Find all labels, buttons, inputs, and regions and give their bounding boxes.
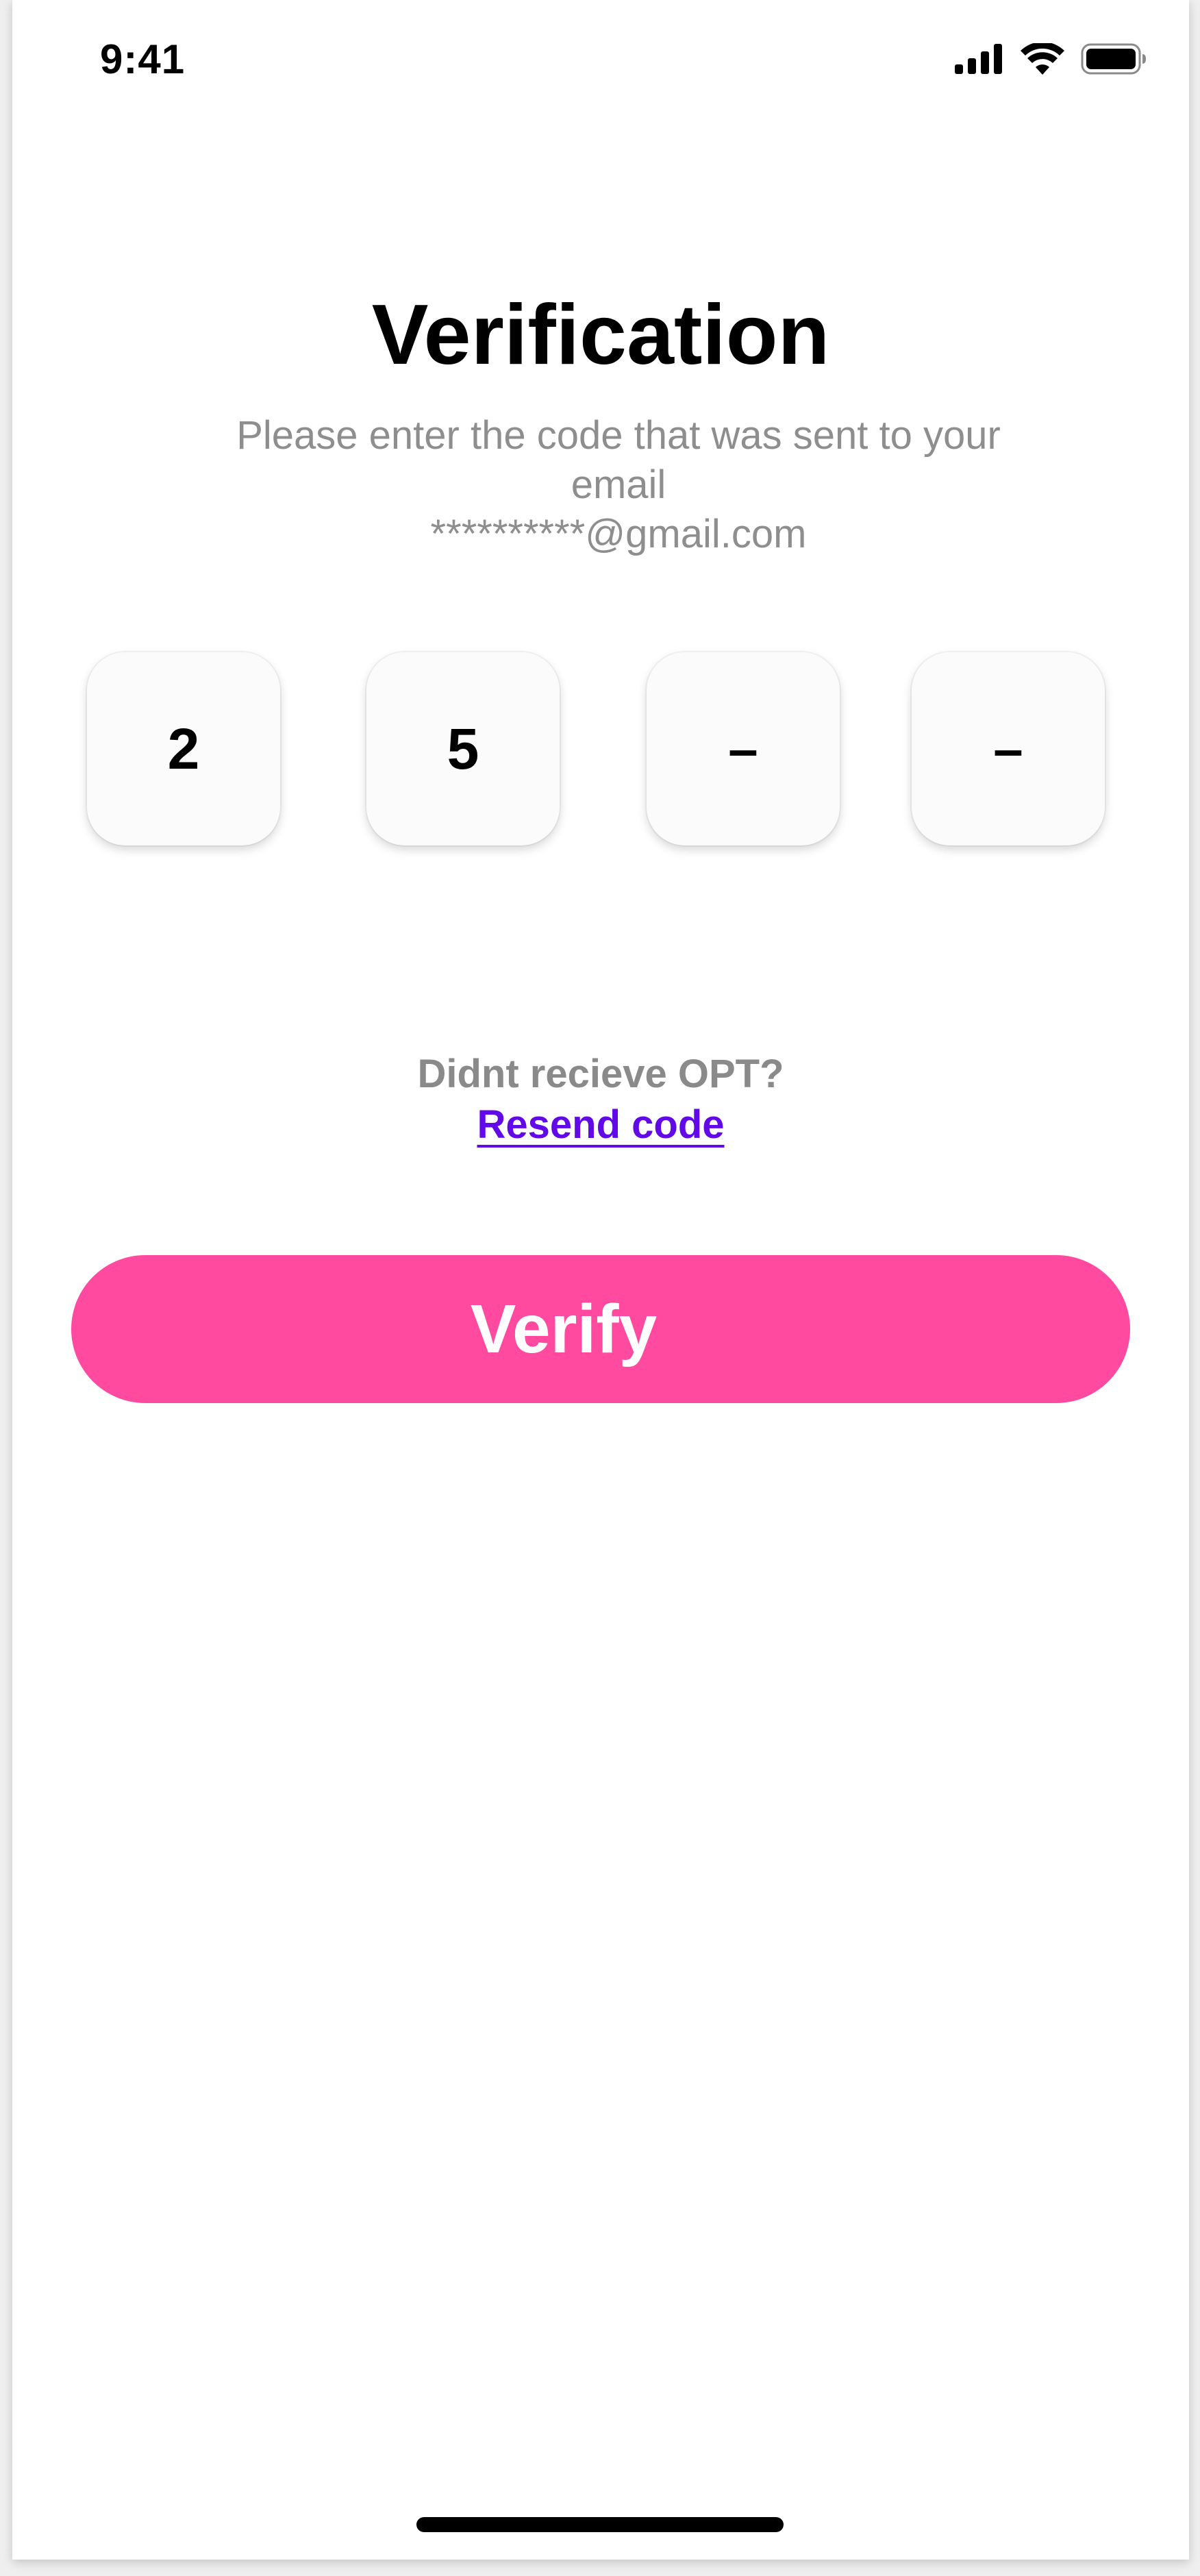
instruction-line: email [571, 462, 666, 507]
wifi-icon [1021, 41, 1064, 78]
otp-digit-1[interactable]: 2 [87, 652, 280, 845]
status-time: 9:41 [100, 36, 186, 82]
resend-row: Resend code [12, 1102, 1189, 1148]
phone-screen: 9:41 Verification Please enter the code … [12, 0, 1189, 2560]
page-title: Verification [371, 288, 830, 382]
instruction-text: Please enter the code that was sent to y… [184, 411, 1053, 559]
status-icons [955, 41, 1147, 78]
masked-email: **********@gmail.com [430, 512, 807, 556]
verify-button[interactable]: Verify [71, 1255, 1130, 1403]
home-indicator [416, 2517, 784, 2532]
instruction-line: Please enter the code that was sent to y… [236, 413, 1001, 458]
cellular-signal-icon [955, 43, 1004, 77]
otp-digit-4[interactable]: – [912, 652, 1105, 845]
resend-prompt: Didnt recieve OPT? [417, 1052, 784, 1096]
verify-button-label: Verify [470, 1290, 658, 1367]
otp-digit-3[interactable]: – [647, 652, 840, 845]
resend-code-link[interactable]: Resend code [477, 1102, 725, 1147]
otp-digit-2[interactable]: 5 [366, 652, 560, 845]
battery-icon [1081, 43, 1147, 78]
